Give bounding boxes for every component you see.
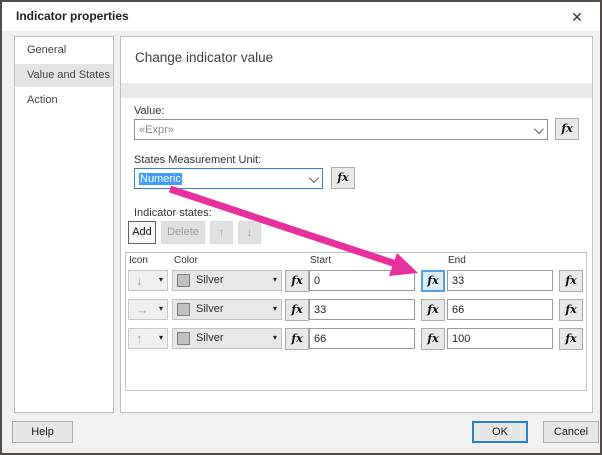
caret-down-icon: ▾ [272,304,277,313]
table-row: ↑ ▾ Silver ▾ fx fx fx [126,328,586,350]
icon-dropdown[interactable]: ↑ ▾ [128,328,168,349]
sidebar-item-general[interactable]: General [15,39,113,62]
main-panel: Change indicator value Value: «Expr» fx … [120,36,593,413]
start-fx-button[interactable]: fx [421,299,445,321]
end-fx-button[interactable]: fx [559,328,583,350]
caret-down-icon: ▾ [272,275,277,284]
caret-down-icon: ▾ [158,275,163,284]
heading-separator-band [121,83,592,98]
start-value-input[interactable] [309,299,415,320]
table-row: ↓ ▾ Silver ▾ fx fx fx [126,270,586,292]
states-measurement-unit-value: Numeric [139,172,182,185]
states-measurement-unit-label: States Measurement Unit: [134,154,262,166]
sidebar: General Value and States Action [14,36,114,413]
down-arrow-icon: ↓ [136,273,143,288]
up-arrow-icon: ↑ [136,331,143,346]
end-value-input[interactable] [447,299,553,320]
delete-button[interactable]: Delete [161,221,205,244]
icon-dropdown[interactable]: ↓ ▾ [128,270,168,291]
col-header-end: End [448,255,466,266]
help-button[interactable]: Help [12,421,73,443]
table-row: → ▾ Silver ▾ fx fx fx [126,299,586,321]
value-fx-button[interactable]: fx [555,118,579,140]
close-icon[interactable]: ✕ [568,8,586,26]
col-header-icon: Icon [129,255,148,266]
color-fx-button[interactable]: fx [285,270,309,292]
states-toolbar: Add Delete ↑ ↓ [128,221,261,244]
end-value-input[interactable] [447,270,553,291]
color-name: Silver [196,303,224,315]
silver-swatch [177,332,190,345]
caret-down-icon: ▾ [158,304,163,313]
chevron-down-icon [308,173,319,184]
chevron-down-icon [533,124,544,135]
smu-fx-button[interactable]: fx [331,167,355,189]
start-fx-button[interactable]: fx [421,328,445,350]
add-button[interactable]: Add [128,221,156,244]
indicator-states-label: Indicator states: [134,207,212,219]
ok-button[interactable]: OK [472,421,528,443]
value-dropdown[interactable]: «Expr» [134,119,548,140]
color-dropdown[interactable]: Silver ▾ [172,299,282,320]
sidebar-item-action[interactable]: Action [15,89,113,112]
silver-swatch [177,303,190,316]
page-title: Change indicator value [135,50,274,65]
caret-down-icon: ▾ [272,333,277,342]
color-fx-button[interactable]: fx [285,299,309,321]
end-fx-button[interactable]: fx [559,299,583,321]
sidebar-item-value-and-states[interactable]: Value and States [15,64,113,87]
color-name: Silver [196,332,224,344]
start-value-input[interactable] [309,270,415,291]
start-fx-button-highlighted[interactable]: fx [421,270,445,292]
indicator-properties-dialog: Indicator properties ✕ General Value and… [0,0,602,455]
dialog-title: Indicator properties [16,9,129,23]
end-fx-button[interactable]: fx [559,270,583,292]
states-measurement-unit-dropdown[interactable]: Numeric [134,168,323,189]
titlebar: Indicator properties ✕ [2,2,600,31]
value-label: Value: [134,105,165,117]
indicator-states-table: Icon Color Start End ↓ ▾ Silver ▾ fx fx [125,252,587,391]
value-dropdown-text: «Expr» [139,123,174,136]
icon-dropdown[interactable]: → ▾ [128,299,168,320]
col-header-color: Color [174,255,198,266]
right-arrow-icon: → [136,302,149,317]
move-up-button[interactable]: ↑ [210,221,233,244]
color-dropdown[interactable]: Silver ▾ [172,270,282,291]
color-fx-button[interactable]: fx [285,328,309,350]
color-name: Silver [196,274,224,286]
move-down-button[interactable]: ↓ [238,221,261,244]
caret-down-icon: ▾ [158,333,163,342]
end-value-input[interactable] [447,328,553,349]
start-value-input[interactable] [309,328,415,349]
silver-swatch [177,274,190,287]
cancel-button[interactable]: Cancel [543,421,599,443]
col-header-start: Start [310,255,332,266]
color-dropdown[interactable]: Silver ▾ [172,328,282,349]
